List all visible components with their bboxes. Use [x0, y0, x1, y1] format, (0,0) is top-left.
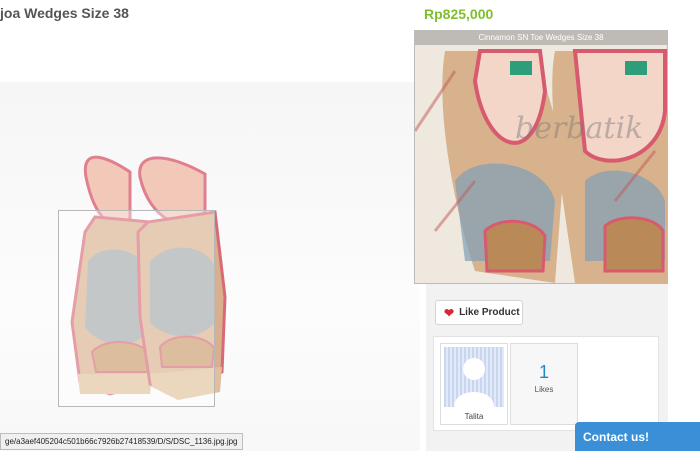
contact-us-button[interactable]: Contact us! [575, 422, 700, 451]
like-product-label: Like Product [459, 307, 520, 318]
zoomed-shoe-image [415, 31, 667, 283]
heart-icon: ❤ [444, 305, 455, 320]
product-price: Rp825,000 [424, 6, 494, 22]
zoom-lens[interactable] [58, 210, 215, 407]
product-title: joa Wedges Size 38 [0, 5, 129, 21]
liker-card[interactable]: Talita [440, 343, 508, 425]
liker-name: Talita [464, 412, 484, 421]
likes-label: Likes [534, 385, 554, 394]
watermark: berbatik [515, 111, 644, 146]
avatar [444, 347, 504, 407]
zoom-caption: Cinnamon SN Toe Wedges Size 38 [415, 31, 667, 45]
likes-count: 1 [538, 362, 549, 382]
status-bar-url: ge/a3aef405204c501b66c7926b27418539/D/S/… [0, 433, 243, 450]
like-product-button[interactable]: ❤ Like Product [435, 300, 523, 325]
zoom-preview-panel: Cinnamon SN Toe Wedges Size 38 berbatik [414, 30, 668, 284]
product-main-image[interactable] [0, 82, 420, 451]
avatar-placeholder-icon [454, 358, 494, 407]
likes-count-card: 1 Likes [510, 343, 578, 425]
likes-box: Talita 1 Likes [433, 336, 659, 431]
